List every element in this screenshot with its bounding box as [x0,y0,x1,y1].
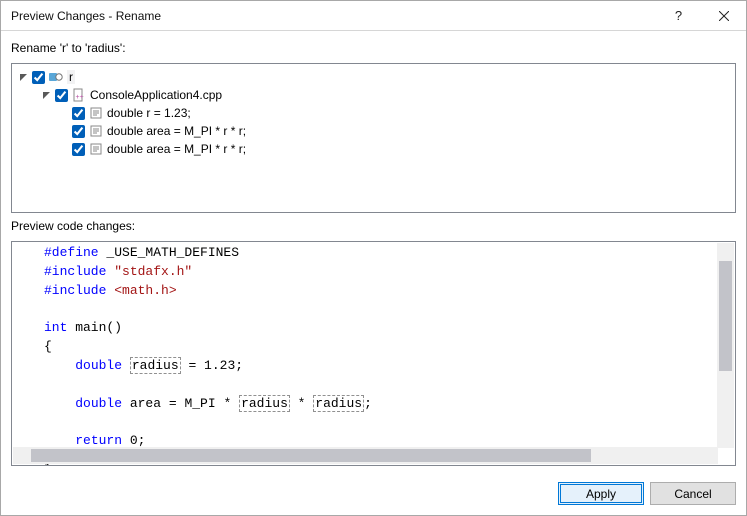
tree-line-label: double area = M_PI * r * r; [107,142,246,156]
preview-label: Preview code changes: [11,219,736,233]
tree-line-row[interactable]: double area = M_PI * r * r; [18,122,729,140]
code-preview[interactable]: #define _USE_MATH_DEFINES #include "stda… [11,241,736,466]
scrollbar-thumb[interactable] [719,261,732,371]
changes-tree[interactable]: r ++ ConsoleApplication4.cpp double r = … [11,63,736,213]
tree-line-row[interactable]: double area = M_PI * r * r; [18,140,729,158]
help-button[interactable]: ? [656,1,701,30]
tree-root-label: r [67,70,75,84]
cancel-button[interactable]: Cancel [650,482,736,505]
expander-icon[interactable] [41,90,52,101]
tree-line-checkbox[interactable] [72,107,85,120]
variable-icon [48,69,64,85]
expander-icon[interactable] [18,72,29,83]
dialog-content: Rename 'r' to 'radius': r ++ ConsoleAppl… [1,31,746,474]
code-content: #define _USE_MATH_DEFINES #include "stda… [12,242,735,466]
tree-line-row[interactable]: double r = 1.23; [18,104,729,122]
tree-line-label: double r = 1.23; [107,106,191,120]
tree-file-row[interactable]: ++ ConsoleApplication4.cpp [18,86,729,104]
close-button[interactable] [701,1,746,30]
instruction-label: Rename 'r' to 'radius': [11,41,736,55]
tree-file-checkbox[interactable] [55,89,68,102]
titlebar: Preview Changes - Rename ? [1,1,746,31]
code-line-icon [88,105,104,121]
apply-button[interactable]: Apply [558,482,644,505]
renamed-token: radius [239,395,290,412]
cpp-file-icon: ++ [71,87,87,103]
tree-file-label: ConsoleApplication4.cpp [90,88,222,102]
close-icon [719,11,729,21]
renamed-token: radius [313,395,364,412]
vertical-scrollbar[interactable] [717,243,734,448]
scrollbar-thumb[interactable] [31,449,591,462]
tree-root-row[interactable]: r [18,68,729,86]
svg-text:++: ++ [76,94,84,101]
window-title: Preview Changes - Rename [11,9,656,23]
dialog-footer: Apply Cancel [1,474,746,515]
tree-line-checkbox[interactable] [72,143,85,156]
renamed-token: radius [130,357,181,374]
tree-line-checkbox[interactable] [72,125,85,138]
horizontal-scrollbar[interactable] [13,447,718,464]
code-line-icon [88,123,104,139]
code-line-icon [88,141,104,157]
tree-root-checkbox[interactable] [32,71,45,84]
tree-line-label: double area = M_PI * r * r; [107,124,246,138]
